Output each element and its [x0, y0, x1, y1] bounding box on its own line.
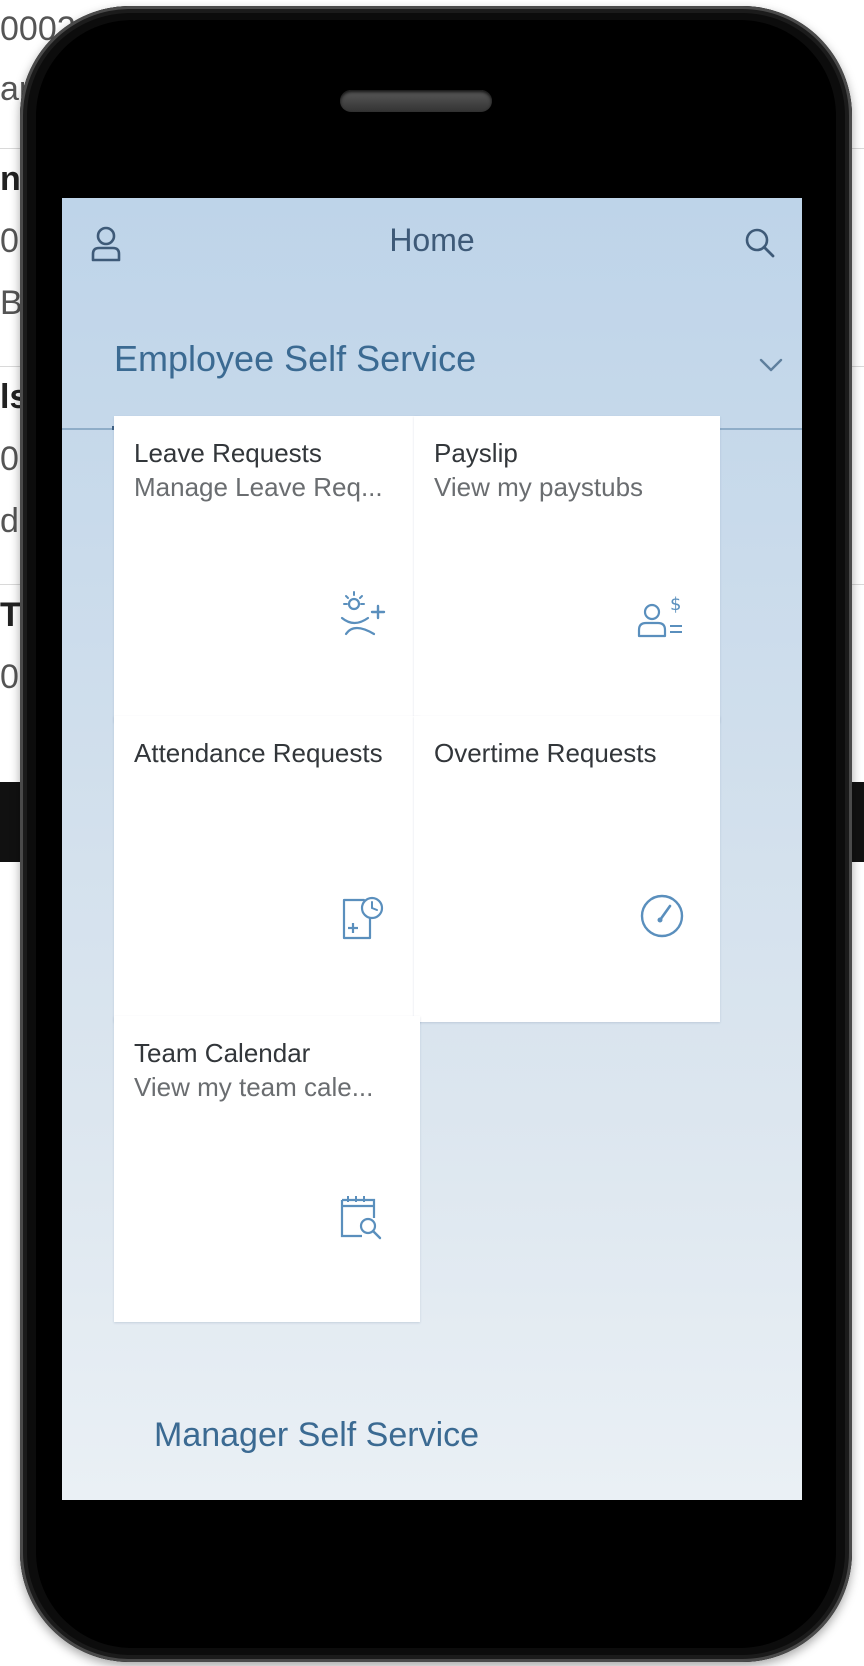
group-title-manager[interactable]: Manager Self Service: [154, 1416, 479, 1455]
app-screen: Home Employee Self Service Leave Request…: [62, 198, 802, 1500]
gauge-icon: [634, 888, 690, 944]
tile-attendance-requests[interactable]: Attendance Requests: [114, 716, 420, 1022]
bg-text: T: [0, 596, 21, 634]
bg-text: d: [0, 502, 19, 540]
svg-text:$: $: [670, 594, 681, 615]
tile-title: Team Calendar: [134, 1038, 311, 1068]
tile-overtime-requests[interactable]: Overtime Requests: [414, 716, 720, 1022]
tile-payslip[interactable]: Payslip View my paystubs $: [414, 416, 720, 722]
tile-title: Overtime Requests: [434, 738, 657, 768]
group-title: Employee Self Service: [114, 338, 477, 379]
phone-speaker: [340, 90, 492, 112]
tile-subtitle: View my paystubs: [434, 472, 644, 502]
attendance-icon: [334, 888, 390, 944]
calendar-search-icon: [334, 1188, 390, 1244]
leave-request-icon: [334, 588, 390, 644]
tile-leave-requests[interactable]: Leave Requests Manage Leave Req...: [114, 416, 420, 722]
tile-subtitle: View my team cale...: [134, 1072, 374, 1102]
tile-subtitle: Manage Leave Req...: [134, 472, 383, 502]
chevron-down-icon[interactable]: [754, 356, 788, 376]
group-header-employee[interactable]: Employee Self Service: [62, 338, 802, 428]
page-title: Home: [389, 222, 475, 258]
tile-team-calendar[interactable]: Team Calendar View my team cale...: [114, 1016, 420, 1322]
tile-title: Attendance Requests: [134, 738, 383, 768]
shell-header: Home: [62, 198, 802, 282]
tile-title: Payslip: [434, 438, 518, 468]
tile-title: Leave Requests: [134, 438, 322, 468]
search-icon[interactable]: [740, 224, 780, 264]
payslip-icon: $: [634, 588, 690, 644]
